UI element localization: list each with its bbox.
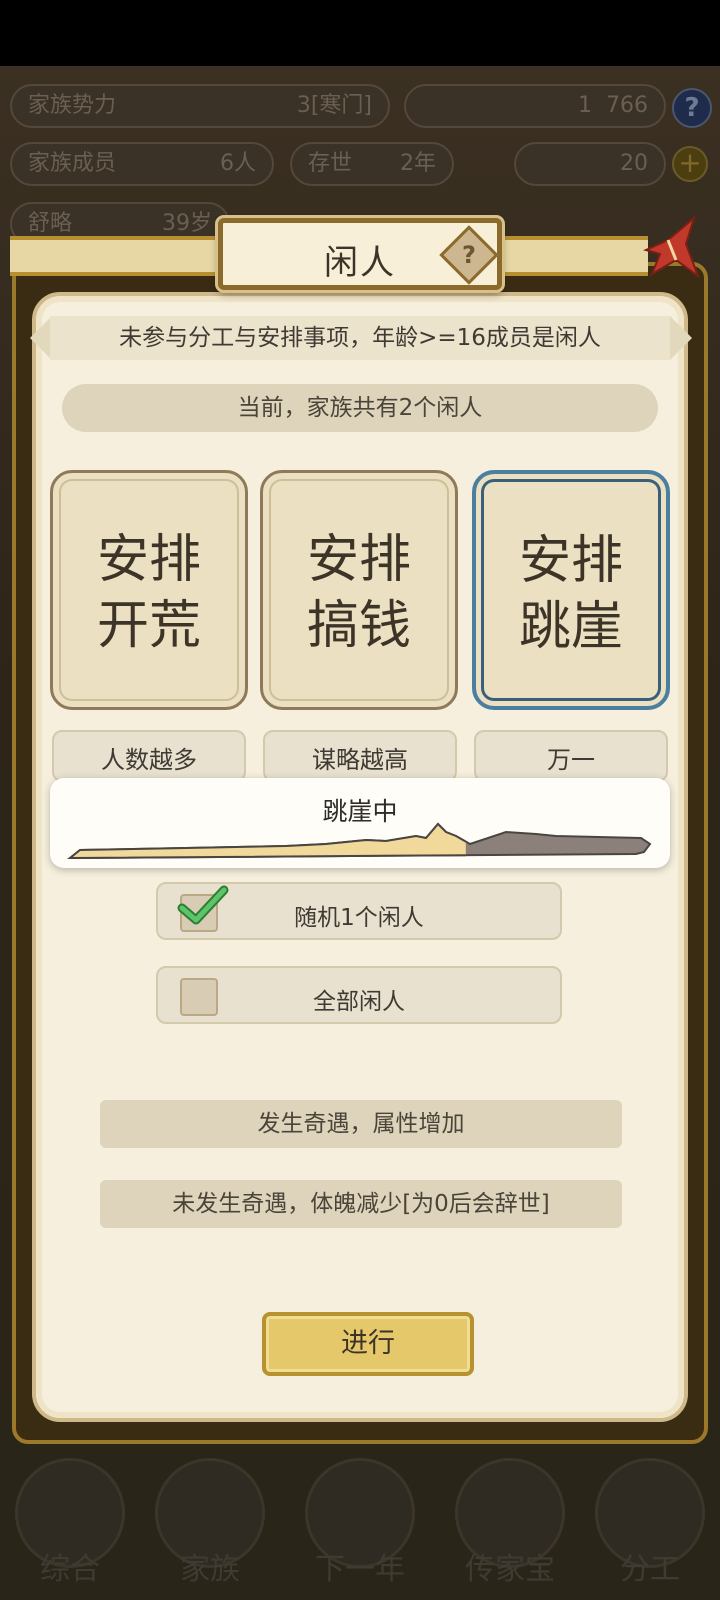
bg-help-icon: ?: [672, 88, 712, 128]
banner-arrow-right: [670, 316, 692, 360]
option-card-label: 安排 开荒: [96, 530, 201, 656]
bg-nav-item: 家族: [140, 1430, 280, 1600]
bg-survive-label: 存世: [308, 151, 353, 176]
bg-survive-value: 2年: [400, 151, 436, 176]
option-desc-reclaim: 人数越多: [52, 730, 246, 782]
title-wing-left: [10, 236, 224, 276]
bg-members-value: 6人: [220, 151, 256, 176]
idle-count-pill: 当前，家族共有2个闲人: [62, 384, 658, 432]
bg-plus-icon: +: [672, 146, 708, 182]
bg-bottom-nav: 综合 家族 下一年 传家宝 分工: [0, 1430, 720, 1600]
option-card-earn[interactable]: 安排 搞钱: [260, 470, 458, 710]
option-card-reclaim[interactable]: 安排 开荒: [50, 470, 248, 710]
option-card-label: 安排 搞钱: [306, 530, 411, 656]
bg-nav-item: 分工: [580, 1430, 720, 1600]
go-button[interactable]: 进行: [262, 1312, 474, 1376]
option-card-cliff[interactable]: 安排 跳崖: [472, 470, 670, 710]
bg-power-value: 3[寒门]: [296, 93, 372, 118]
choice-random-one[interactable]: 随机1个闲人: [156, 882, 562, 940]
bg-nav-item: 下一年: [290, 1430, 430, 1600]
bg-nav-item: 综合: [0, 1430, 140, 1600]
bg-members-pill: 家族成员 6人: [10, 142, 274, 186]
cliff-progress-bar: [67, 822, 652, 860]
bg-nav-item: 传家宝: [440, 1430, 580, 1600]
option-desc-earn: 谋略越高: [263, 730, 457, 782]
option-desc-cliff: 万一: [474, 730, 668, 782]
bg-currency-value: 766: [606, 93, 648, 118]
close-icon[interactable]: [638, 214, 702, 286]
bg-power-pill: 家族势力 3[寒门]: [10, 84, 390, 128]
choice-all-idle[interactable]: 全部闲人: [156, 966, 562, 1024]
title-wing-right: [496, 236, 648, 276]
bg-gold-pill: 20: [514, 142, 666, 186]
bg-members-label: 家族成员: [28, 151, 117, 176]
info-banner: 未参与分工与安排事项，年龄>=16成员是闲人: [50, 316, 670, 360]
bg-currency-pill: 1 766: [404, 84, 666, 128]
progress-popup: 跳崖中: [50, 778, 670, 868]
outcome-failure: 未发生奇遇，体魄减少[为0后会辞世]: [100, 1180, 622, 1228]
option-card-label: 安排 跳崖: [518, 531, 623, 657]
status-bar: [0, 0, 720, 66]
bg-survive-pill: 存世 2年: [290, 142, 454, 186]
bg-power-label: 家族势力: [28, 93, 117, 118]
bg-currency-prefix: 1: [578, 93, 592, 118]
choice-label: 随机1个闲人: [294, 905, 424, 931]
banner-arrow-left: [30, 316, 52, 360]
choice-label: 全部闲人: [313, 989, 405, 1015]
outcome-success: 发生奇遇，属性增加: [100, 1100, 622, 1148]
bg-gold-value: 20: [620, 151, 648, 176]
